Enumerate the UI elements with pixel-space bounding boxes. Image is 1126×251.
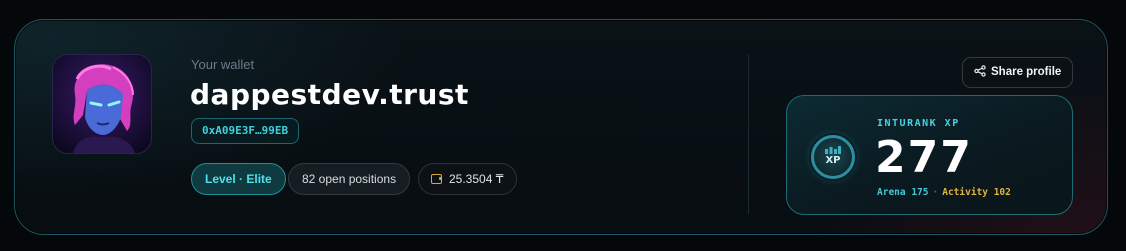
wallet-icon (431, 174, 442, 184)
xp-title: INTURANK XP (877, 118, 960, 129)
wallet-label: Your wallet (191, 57, 255, 72)
share-profile-label: Share profile (991, 66, 1062, 78)
xp-value: 277 (875, 132, 973, 183)
xp-breakdown: Arena 175 · Activity 102 (877, 187, 1011, 198)
share-profile-button[interactable]: Share profile (962, 57, 1074, 88)
xp-badge-label: XP (825, 155, 841, 166)
wallet-address-chip[interactable]: 0xA09E3F…99EB (191, 118, 300, 144)
activity-xp: Activity 102 (942, 187, 1011, 198)
share-icon (974, 65, 986, 77)
open-positions-badge[interactable]: 82 open positions (288, 163, 411, 195)
xp-badge-icon: XP (811, 135, 855, 179)
xp-card: XP INTURANK XP 277 Arena 175 · Activity 10… (786, 95, 1073, 215)
balance-value: 25.3504 ₸ (449, 172, 504, 186)
profile-card: Your wallet dappestdev.trust 0xA09E3F…99… (14, 19, 1108, 235)
profile-name: dappestdev.trust (190, 78, 469, 111)
level-badge: Level · Elite (191, 163, 286, 195)
balance-badge: 25.3504 ₸ (418, 163, 518, 195)
arena-xp: Arena 175 (877, 187, 929, 198)
xp-separator: · (932, 187, 939, 198)
xp-bars-icon (825, 146, 841, 154)
avatar (52, 54, 152, 154)
section-divider (748, 54, 749, 214)
avatar-image (53, 55, 151, 153)
